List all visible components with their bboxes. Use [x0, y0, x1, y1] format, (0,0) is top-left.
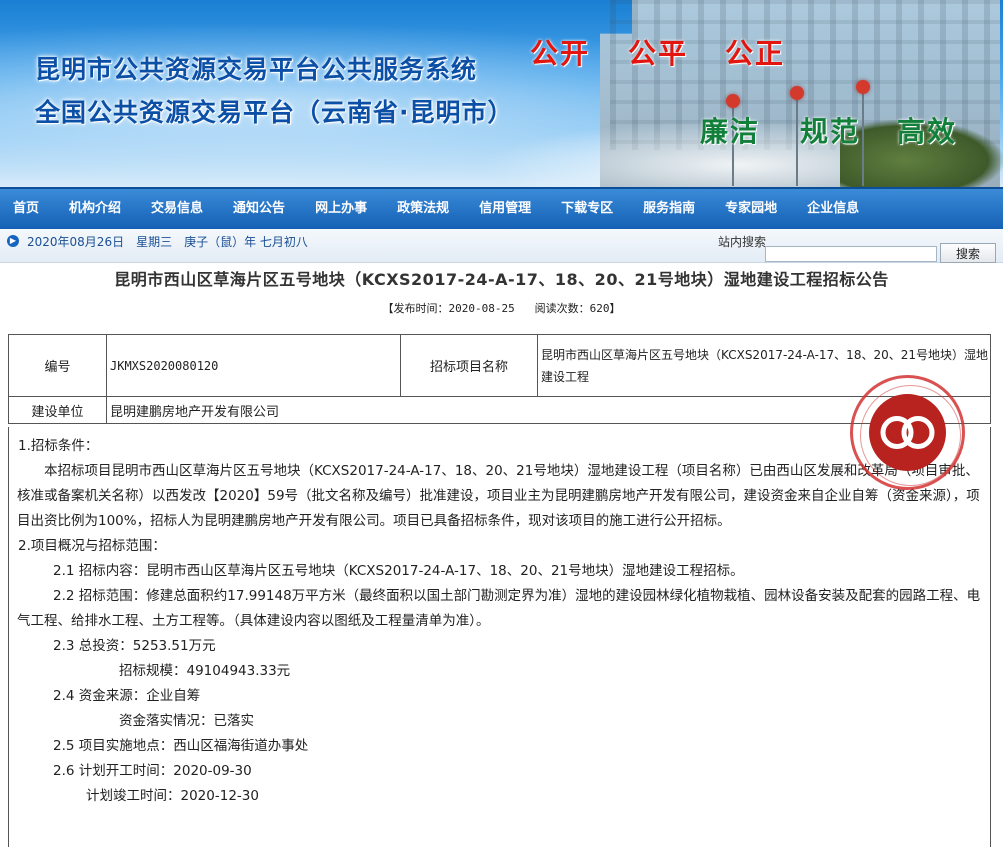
red-lantern-icon — [790, 86, 804, 100]
nav-item-notices[interactable]: 通知公告 — [233, 189, 285, 229]
nav-item-trade-info[interactable]: 交易信息 — [151, 189, 203, 229]
number-value: JKMXS2020080120 — [106, 334, 401, 397]
slogan-fair: 公平 — [628, 37, 689, 70]
slogan-efficient: 高效 — [897, 115, 958, 148]
lamp-pole — [796, 96, 798, 186]
nav-item-experts[interactable]: 专家园地 — [725, 189, 777, 229]
table-row: 建设单位 昆明建鹏房地产开发有限公司 — [8, 396, 991, 424]
nav-item-enterprise[interactable]: 企业信息 — [807, 189, 859, 229]
nav-item-home[interactable]: 首页 — [13, 189, 39, 229]
slogan-honest: 廉洁 — [700, 115, 761, 148]
publish-time-label: 【发布时间： — [382, 302, 449, 315]
nav-item-online-services[interactable]: 网上办事 — [315, 189, 367, 229]
item-2-2: 2.2 招标范围：修建总面积约17.99148万平方米（最终面积以国土部门勘测定… — [17, 588, 981, 629]
item-2-6-start: 2.6 计划开工时间：2020-09-30 — [53, 763, 252, 779]
nav-item-policies[interactable]: 政策法规 — [397, 189, 449, 229]
unit-label: 建设单位 — [8, 396, 107, 424]
site-search-input[interactable] — [765, 246, 937, 262]
search-button[interactable]: 搜索 — [940, 243, 996, 263]
number-label: 编号 — [8, 334, 107, 397]
project-name-label: 招标项目名称 — [400, 334, 538, 397]
item-2-1: 2.1 招标内容：昆明市西山区草海片区五号地块（KCXS2017-24-A-17… — [53, 563, 744, 579]
site-title-line1: 昆明市公共资源交易平台公共服务系统 — [35, 55, 478, 84]
item-2-4-source: 2.4 资金来源：企业自筹 — [53, 688, 201, 704]
seal-center-icon — [869, 394, 946, 471]
red-lantern-icon — [726, 94, 740, 108]
slogan-open: 公开 — [530, 37, 591, 70]
official-seal-icon — [850, 375, 965, 490]
article-meta: 【发布时间：2020-08-25 阅读次数：620】 — [0, 300, 1003, 316]
nav-item-credit[interactable]: 信用管理 — [479, 189, 531, 229]
view-count: 620 — [589, 302, 610, 315]
project-info-table: 编号 JKMXS2020080120 招标项目名称 昆明市西山区草海片区五号地块… — [8, 334, 991, 424]
meta-close-bracket: 】 — [609, 302, 621, 315]
item-2-3-investment: 2.3 总投资：5253.51万元 — [53, 638, 216, 654]
arrow-bullet-icon: ▶ — [7, 235, 19, 247]
item-2-6-end: 计划竣工时间：2020-12-30 — [86, 788, 259, 804]
publish-date: 2020-08-25 — [448, 302, 515, 315]
info-bar: ▶ 2020年08月26日 星期三 庚子（鼠）年 七月初八 站内搜索 搜索 — [0, 229, 1003, 263]
nav-item-downloads[interactable]: 下载专区 — [561, 189, 613, 229]
section-heading: 2.项目概况与招标范围： — [18, 538, 166, 554]
table-row: 编号 JKMXS2020080120 招标项目名称 昆明市西山区草海片区五号地块… — [8, 334, 991, 397]
seal-logo-icon — [880, 416, 935, 449]
nav-item-guide[interactable]: 服务指南 — [643, 189, 695, 229]
section-paragraph: 本招标项目昆明市西山区草海片区五号地块（KCXS2017-24-A-17、18、… — [17, 463, 980, 529]
site-banner: 昆明市公共资源交易平台公共服务系统 全国公共资源交易平台（云南省·昆明市） 公开… — [0, 0, 1003, 187]
slogan-standard: 规范 — [800, 115, 861, 148]
section-heading: 1.招标条件： — [18, 438, 99, 454]
current-date: 2020年08月26日 星期三 庚子（鼠）年 七月初八 — [27, 235, 308, 249]
item-2-4-status: 资金落实情况：已落实 — [119, 713, 254, 729]
site-search-label: 站内搜索 — [718, 235, 767, 249]
item-2-5-location: 2.5 项目实施地点：西山区福海街道办事处 — [53, 738, 309, 754]
main-nav-list: 首页 机构介绍 交易信息 通知公告 网上办事 政策法规 信用管理 下载专区 服务… — [0, 189, 1003, 229]
article-title: 昆明市西山区草海片区五号地块（KCXS2017-24-A-17、18、20、21… — [114, 270, 889, 289]
lamp-pole — [862, 90, 864, 186]
main-nav: 首页 机构介绍 交易信息 通知公告 网上办事 政策法规 信用管理 下载专区 服务… — [0, 187, 1003, 229]
view-count-label: 阅读次数： — [534, 302, 590, 315]
announcement-body: 1.招标条件： 本招标项目昆明市西山区草海片区五号地块（KCXS2017-24-… — [8, 427, 991, 847]
slogan-just: 公正 — [725, 37, 786, 70]
site-title-line2: 全国公共资源交易平台（云南省·昆明市） — [35, 98, 514, 127]
nav-item-about[interactable]: 机构介绍 — [69, 189, 121, 229]
red-lantern-icon — [856, 80, 870, 94]
item-2-3-scale: 招标规模：49104943.33元 — [119, 663, 291, 679]
